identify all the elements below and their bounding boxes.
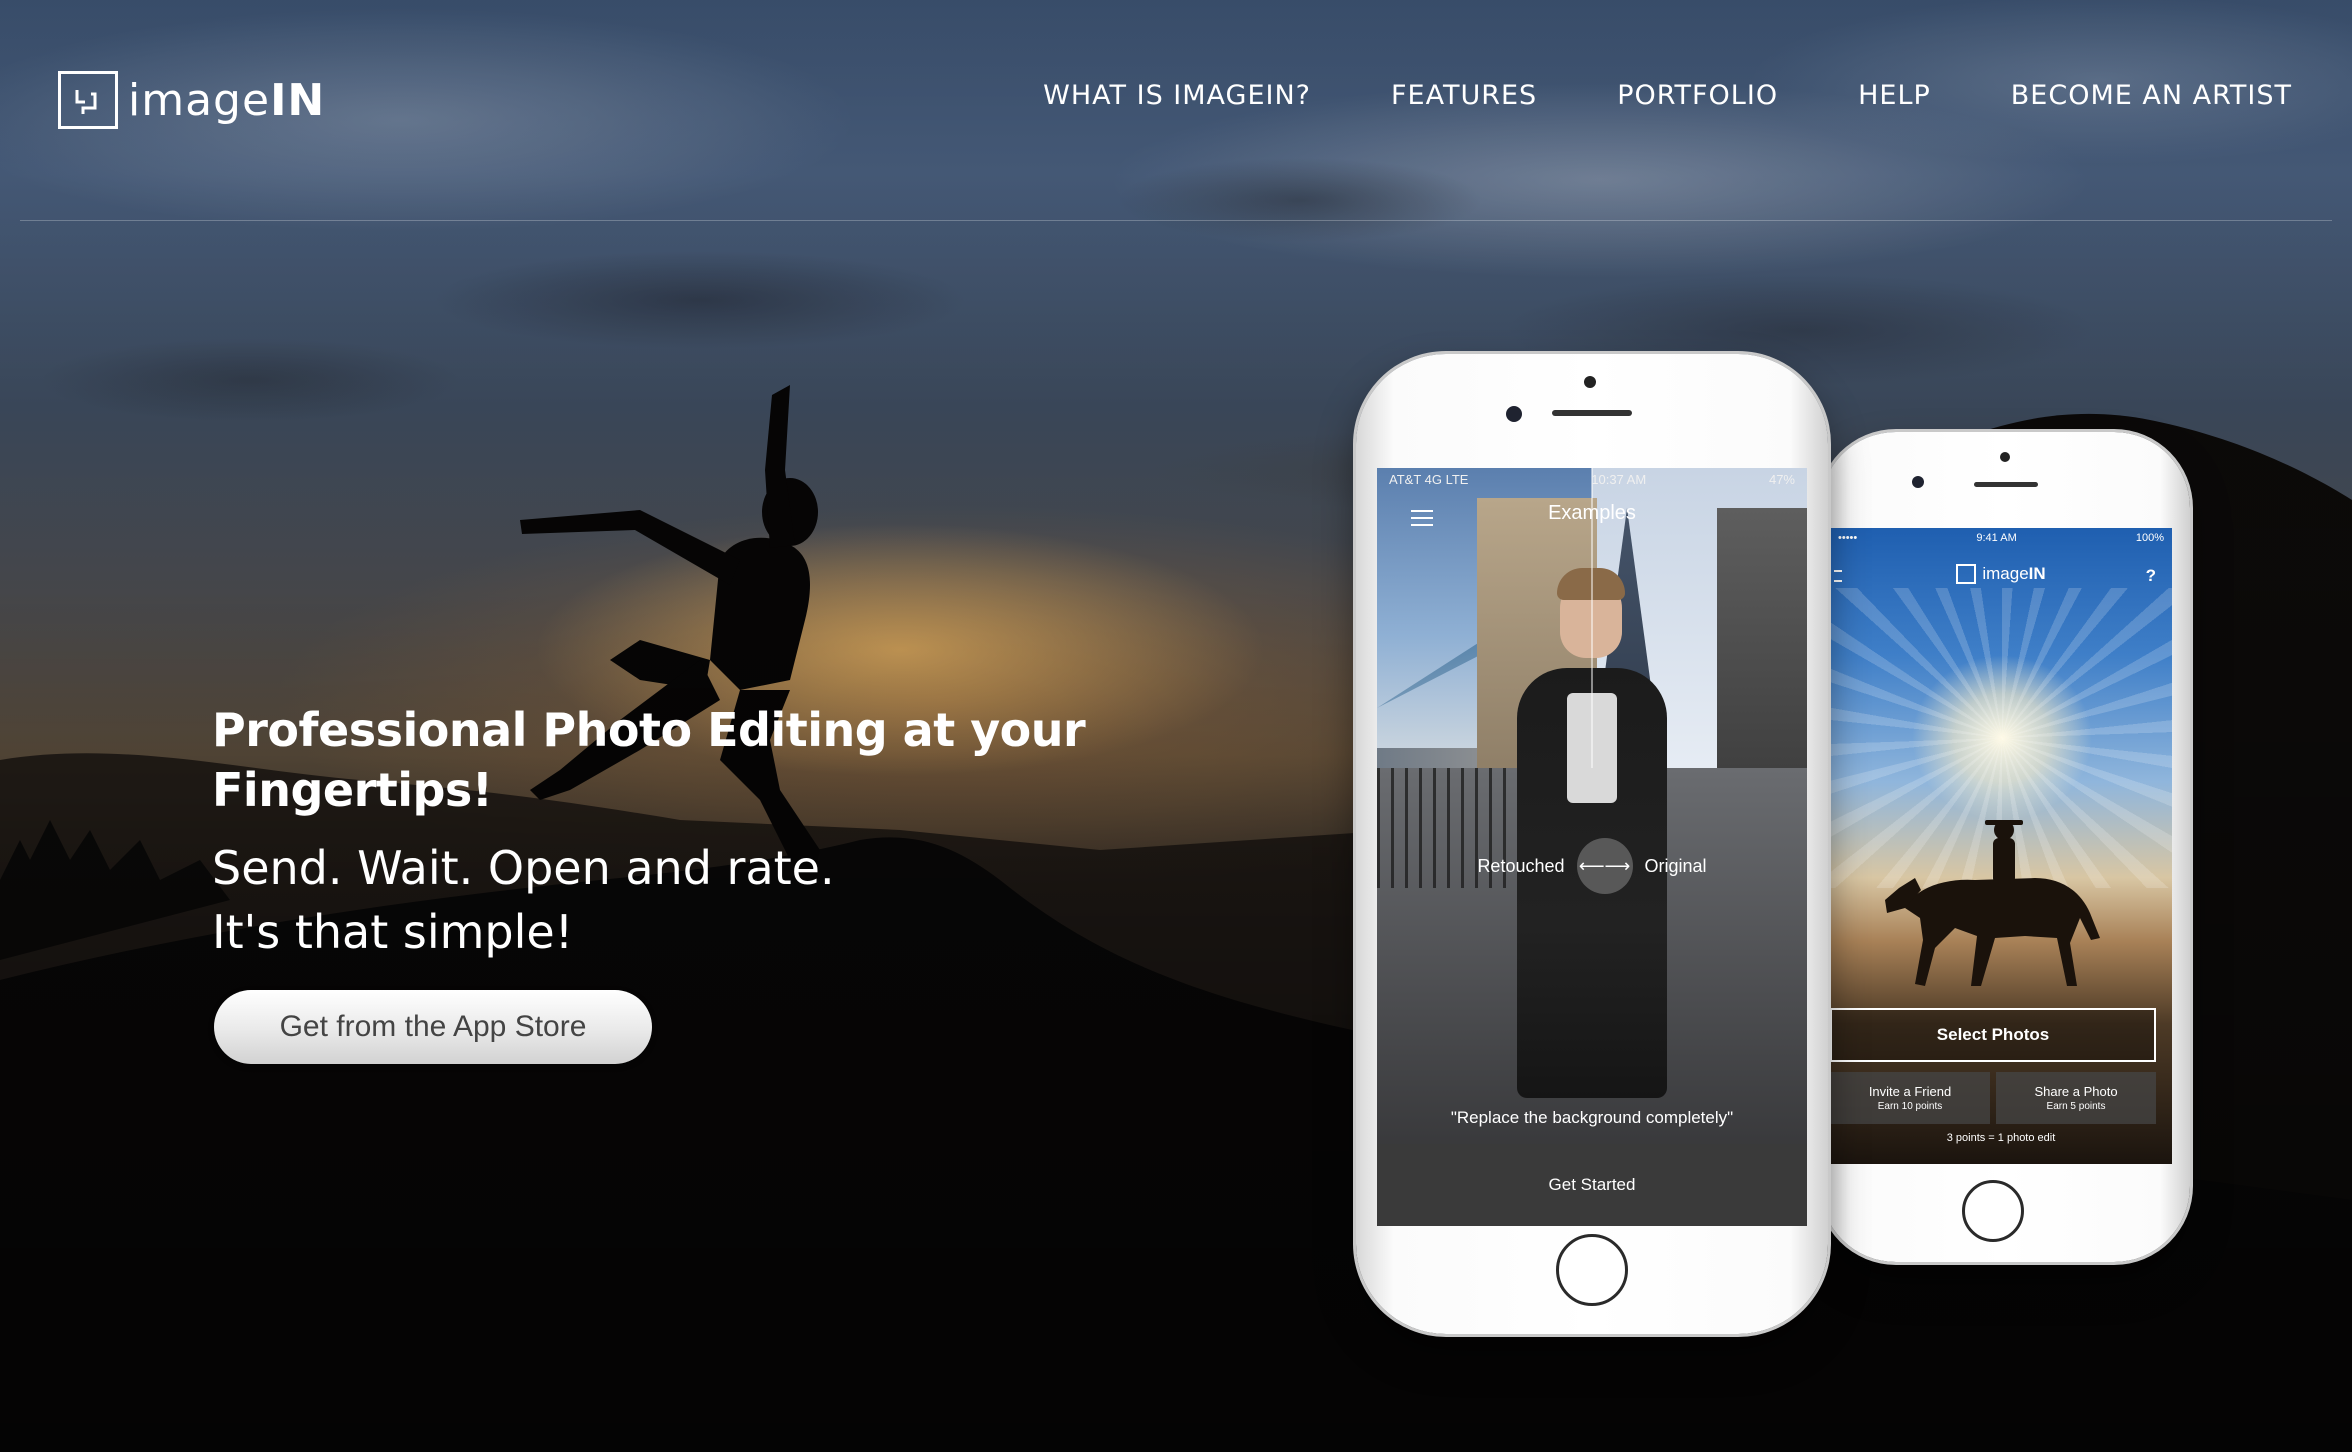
carrier-label: AT&T 4G LTE <box>1389 471 1469 487</box>
nav-item-portfolio[interactable]: PORTFOLIO <box>1617 80 1778 111</box>
nav-item-help[interactable]: HELP <box>1858 80 1931 111</box>
sensor-dot-icon <box>2000 452 2010 462</box>
nav-item-what-is-imagein[interactable]: WHAT IS IMAGEIN? <box>1043 80 1311 111</box>
select-photos-button[interactable]: Select Photos <box>1830 1008 2156 1062</box>
share-photo-title: Share a Photo <box>2034 1084 2118 1099</box>
hero-section: Professional Photo Editing at your Finge… <box>212 700 1312 964</box>
battery-level: 47% <box>1768 471 1795 487</box>
status-time: 9:41 AM <box>1976 532 2017 544</box>
app-store-button[interactable]: Get from the App Store <box>214 990 652 1064</box>
speaker-grille <box>1552 410 1632 416</box>
front-camera-icon <box>1506 406 1522 422</box>
sensor-dot-icon <box>1584 376 1596 388</box>
share-photo-button[interactable]: Share a Photo Earn 5 points <box>1996 1072 2156 1124</box>
phone-screen-home: ••••• 9:41 AM 100% imageIN ? Select Phot… <box>1830 528 2172 1164</box>
hero-title: Professional Photo Editing at your Finge… <box>212 703 1086 817</box>
phone-mockup-home: ••••• 9:41 AM 100% imageIN ? Select Phot… <box>1820 432 2190 1262</box>
hero-subtitle-line-1: Send. Wait. Open and rate. <box>212 841 835 895</box>
logo-glyph-icon <box>75 90 97 114</box>
help-icon[interactable]: ? <box>2146 566 2156 586</box>
site-header: imageIN WHAT IS IMAGEIN? FEATURES PORTFO… <box>0 0 2352 222</box>
hero-subtitle: Send. Wait. Open and rate. It's that sim… <box>212 836 1312 964</box>
get-started-button[interactable]: Get Started <box>1377 1144 1807 1226</box>
speaker-grille <box>1974 482 2038 487</box>
brand-wordmark: imageIN <box>128 75 325 126</box>
compare-slider: Retouched ⟵⟶ Original <box>1377 838 1807 894</box>
front-camera-icon <box>1912 476 1924 488</box>
hero-subtitle-line-2: It's that simple! <box>212 905 574 959</box>
compare-handle-icon[interactable]: ⟵⟶ <box>1576 838 1633 894</box>
main-nav: WHAT IS IMAGEIN? FEATURES PORTFOLIO HELP… <box>963 80 2292 111</box>
nav-item-features[interactable]: FEATURES <box>1391 80 1537 111</box>
compare-retouched-label: Retouched <box>1477 855 1565 876</box>
app-logo-text-light: image <box>1982 564 2029 583</box>
photo-building <box>1717 508 1807 788</box>
app-logo: imageIN <box>1830 564 2172 584</box>
home-button <box>1556 1234 1628 1306</box>
app-logo-text: imageIN <box>1982 564 2045 584</box>
invite-friend-button[interactable]: Invite a Friend Earn 10 points <box>1830 1072 1990 1124</box>
status-bar: ••••• 9:41 AM 100% <box>1830 528 2172 548</box>
app-logo-mark-icon <box>1956 564 1977 584</box>
battery-level: 100% <box>2135 532 2164 544</box>
logo-mark-icon <box>58 71 118 129</box>
brand-name-bold: IN <box>270 74 326 126</box>
app-logo-text-bold: IN <box>2028 564 2046 583</box>
invite-friend-points: Earn 10 points <box>1877 1101 1943 1112</box>
points-actions: Invite a Friend Earn 10 points Share a P… <box>1830 1072 2156 1124</box>
home-button <box>1962 1180 2024 1242</box>
status-bar: AT&T 4G LTE 10:37 AM 47% <box>1377 468 1807 490</box>
nav-item-become-an-artist[interactable]: BECOME AN ARTIST <box>2011 80 2292 111</box>
invite-friend-title: Invite a Friend <box>1868 1084 1952 1099</box>
phone-mockup-examples: AT&T 4G LTE 10:37 AM 47% Examples Retouc… <box>1356 354 1828 1334</box>
landing-page: imageIN WHAT IS IMAGEIN? FEATURES PORTFO… <box>0 0 2352 1452</box>
phone-screen-examples: AT&T 4G LTE 10:37 AM 47% Examples Retouc… <box>1377 468 1807 1226</box>
compare-original-label: Original <box>1644 855 1707 876</box>
brand-name-light: image <box>128 74 271 126</box>
brand-logo[interactable]: imageIN <box>58 70 325 130</box>
cowboy-silhouette-image <box>1885 820 2100 986</box>
app-nav-bar: imageIN ? <box>1830 562 2172 592</box>
example-caption: "Replace the background completely" <box>1450 1108 1734 1127</box>
status-time: 10:37 AM <box>1591 471 1647 487</box>
header-divider <box>20 220 2332 221</box>
signal-indicator: ••••• <box>1838 532 1858 544</box>
share-photo-points: Earn 5 points <box>2046 1101 2106 1112</box>
screen-title: Examples <box>1548 502 1636 524</box>
points-note: 3 points = 1 photo edit <box>1946 1132 2056 1144</box>
